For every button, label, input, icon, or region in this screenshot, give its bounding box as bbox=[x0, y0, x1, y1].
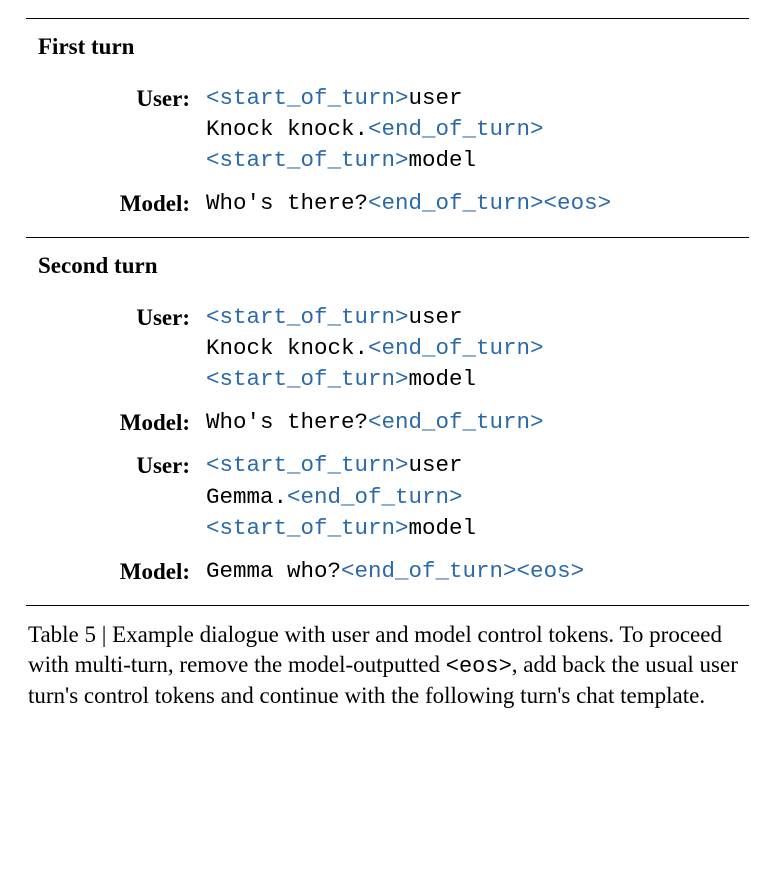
code-text: user bbox=[409, 85, 463, 111]
speaker-label-user: User: bbox=[26, 302, 206, 333]
table-row: User: <start_of_turn>user Knock knock.<e… bbox=[26, 79, 749, 184]
code-text: model bbox=[409, 366, 477, 392]
table-row: Model: Who's there?<end_of_turn><eos> bbox=[26, 184, 749, 227]
table-5: First turn User: <start_of_turn>user Kno… bbox=[26, 18, 749, 711]
code-text: model bbox=[409, 515, 477, 541]
control-token: <start_of_turn> bbox=[206, 366, 409, 392]
code-text: user bbox=[409, 452, 463, 478]
control-token: <end_of_turn><eos> bbox=[368, 190, 611, 216]
eos-token-inline: <eos> bbox=[446, 654, 512, 679]
speaker-label-user: User: bbox=[26, 83, 206, 114]
code-block: <start_of_turn>user Gemma.<end_of_turn> … bbox=[206, 450, 749, 543]
code-block: Who's there?<end_of_turn><eos> bbox=[206, 188, 749, 219]
section-header-label: First turn bbox=[26, 23, 206, 70]
table-row: Model: Who's there?<end_of_turn> bbox=[26, 403, 749, 446]
speaker-label-model: Model: bbox=[26, 407, 206, 438]
code-text: Knock knock. bbox=[206, 116, 368, 142]
code-text: Gemma who? bbox=[206, 558, 341, 584]
turn1-body: User: <start_of_turn>user Knock knock.<e… bbox=[26, 73, 749, 237]
control-token: <end_of_turn> bbox=[287, 484, 463, 510]
code-text: Who's there? bbox=[206, 190, 368, 216]
control-token: <start_of_turn> bbox=[206, 85, 409, 111]
control-token: <start_of_turn> bbox=[206, 304, 409, 330]
code-block: Gemma who?<end_of_turn><eos> bbox=[206, 556, 749, 587]
table-caption: Table 5 | Example dialogue with user and… bbox=[26, 606, 749, 712]
code-text: Knock knock. bbox=[206, 335, 368, 361]
control-token: <end_of_turn><eos> bbox=[341, 558, 584, 584]
code-text: Gemma. bbox=[206, 484, 287, 510]
section-header-first-turn: First turn bbox=[26, 19, 749, 73]
speaker-label-user: User: bbox=[26, 450, 206, 481]
section-header-second-turn: Second turn bbox=[26, 238, 749, 292]
code-text: user bbox=[409, 304, 463, 330]
code-block: Who's there?<end_of_turn> bbox=[206, 407, 749, 438]
control-token: <start_of_turn> bbox=[206, 452, 409, 478]
speaker-label-model: Model: bbox=[26, 188, 206, 219]
code-text: model bbox=[409, 147, 477, 173]
section-header-label: Second turn bbox=[26, 242, 206, 289]
code-text: Who's there? bbox=[206, 409, 368, 435]
control-token: <end_of_turn> bbox=[368, 335, 544, 361]
table-row: User: <start_of_turn>user Gemma.<end_of_… bbox=[26, 446, 749, 551]
speaker-label-model: Model: bbox=[26, 556, 206, 587]
table-row: Model: Gemma who?<end_of_turn><eos> bbox=[26, 552, 749, 595]
control-token: <start_of_turn> bbox=[206, 515, 409, 541]
table-row: User: <start_of_turn>user Knock knock.<e… bbox=[26, 298, 749, 403]
control-token: <start_of_turn> bbox=[206, 147, 409, 173]
turn2-body: User: <start_of_turn>user Knock knock.<e… bbox=[26, 292, 749, 604]
control-token: <end_of_turn> bbox=[368, 409, 544, 435]
control-token: <end_of_turn> bbox=[368, 116, 544, 142]
code-block: <start_of_turn>user Knock knock.<end_of_… bbox=[206, 302, 749, 395]
code-block: <start_of_turn>user Knock knock.<end_of_… bbox=[206, 83, 749, 176]
